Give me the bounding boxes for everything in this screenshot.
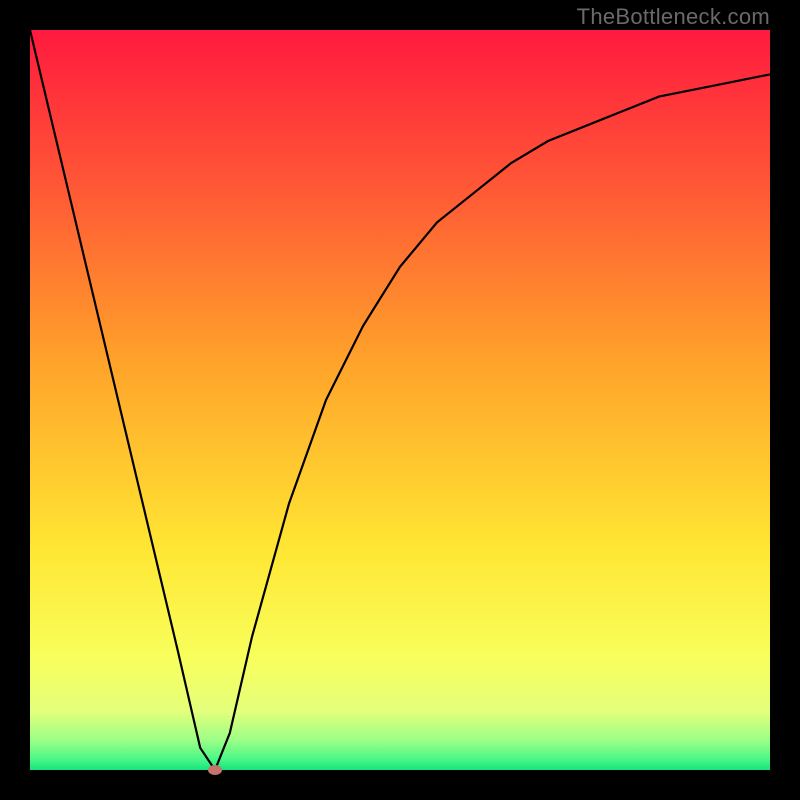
chart-frame: TheBottleneck.com (0, 0, 800, 800)
curve-path (30, 30, 770, 770)
chart-plot-area (30, 30, 770, 770)
optimal-marker (208, 765, 222, 775)
watermark-text: TheBottleneck.com (577, 4, 770, 30)
bottleneck-curve (30, 30, 770, 770)
